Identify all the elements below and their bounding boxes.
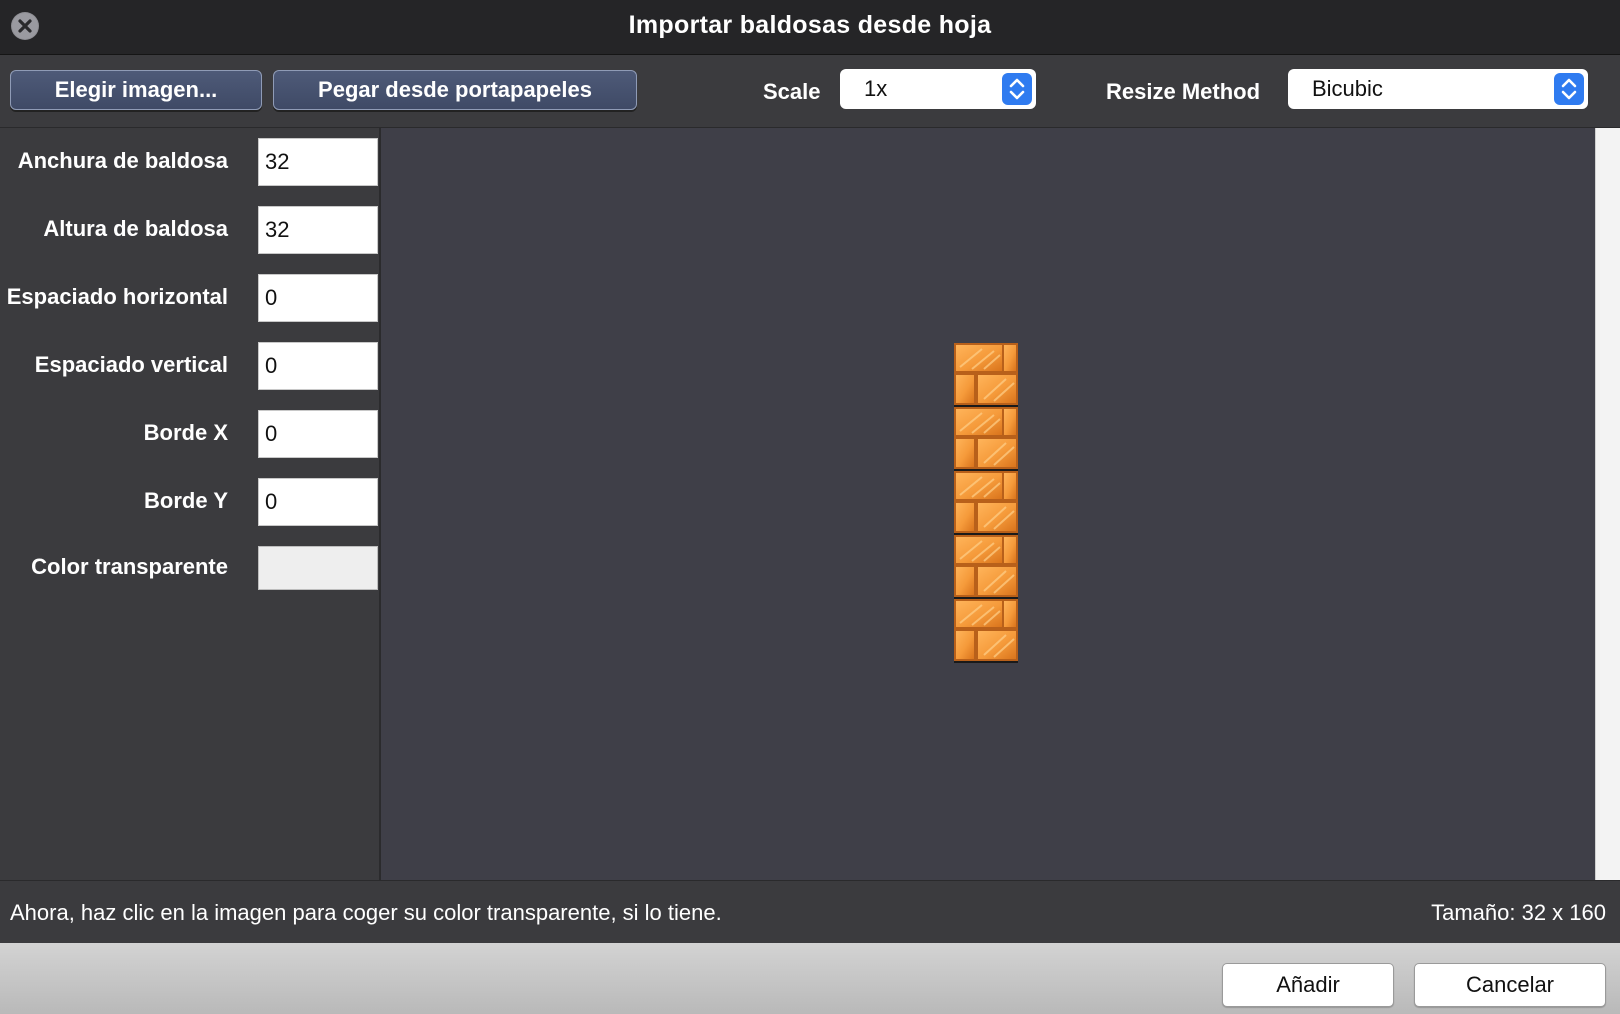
status-message: Ahora, haz clic en la imagen para coger … bbox=[10, 900, 722, 925]
choose-image-button[interactable]: Elegir imagen... bbox=[10, 70, 262, 110]
cancel-button[interactable]: Cancelar bbox=[1414, 963, 1606, 1007]
tilesheet-image[interactable] bbox=[954, 343, 1018, 663]
tile-settings-panel: Anchura de baldosa 32 Altura de baldosa … bbox=[0, 128, 380, 880]
scale-select[interactable]: 1x bbox=[840, 69, 1036, 109]
title-bar: Importar baldosas desde hoja bbox=[0, 0, 1620, 55]
border-x-label: Borde X bbox=[143, 420, 228, 445]
brick-tile-5 bbox=[954, 598, 1018, 663]
select-stepper-icon bbox=[1002, 73, 1032, 105]
horizontal-spacing-label: Espaciado horizontal bbox=[6, 284, 228, 309]
tile-width-field[interactable]: 32 bbox=[258, 138, 378, 186]
image-size-readout: Tamaño: 32 x 160 bbox=[1431, 900, 1606, 925]
resize-method-select[interactable]: Bicubic bbox=[1288, 69, 1588, 109]
brick-tile-3 bbox=[954, 470, 1018, 536]
tile-width-label: Anchura de baldosa bbox=[17, 148, 228, 173]
vertical-scrollbar[interactable] bbox=[1595, 128, 1620, 880]
border-y-field[interactable]: 0 bbox=[258, 478, 378, 526]
transparent-color-swatch[interactable] bbox=[258, 546, 378, 590]
brick-tile-2 bbox=[954, 406, 1018, 472]
scale-label: Scale bbox=[763, 79, 821, 104]
horizontal-spacing-field[interactable]: 0 bbox=[258, 274, 378, 322]
brick-tile-4 bbox=[954, 534, 1018, 600]
tile-height-field[interactable]: 32 bbox=[258, 206, 378, 254]
window-title: Importar baldosas desde hoja bbox=[628, 11, 992, 39]
brick-tile-1 bbox=[954, 343, 1018, 408]
border-y-label: Borde Y bbox=[144, 488, 228, 513]
dialog-footer: Añadir Cancelar bbox=[0, 943, 1620, 1014]
vertical-spacing-label: Espaciado vertical bbox=[34, 352, 228, 377]
add-button[interactable]: Añadir bbox=[1222, 963, 1394, 1007]
resize-method-select-value: Bicubic bbox=[1312, 76, 1383, 101]
toolbar: Elegir imagen... Pegar desde portapapele… bbox=[0, 55, 1620, 128]
border-x-field[interactable]: 0 bbox=[258, 410, 378, 458]
paste-from-clipboard-button[interactable]: Pegar desde portapapeles bbox=[273, 70, 637, 110]
tile-height-label: Altura de baldosa bbox=[43, 216, 228, 241]
transparent-color-label: Color transparente bbox=[31, 554, 228, 579]
status-bar: Ahora, haz clic en la imagen para coger … bbox=[0, 880, 1620, 944]
vertical-spacing-field[interactable]: 0 bbox=[258, 342, 378, 390]
select-stepper-icon bbox=[1554, 73, 1584, 105]
scale-select-value: 1x bbox=[864, 76, 888, 101]
resize-method-label: Resize Method bbox=[1106, 79, 1261, 104]
